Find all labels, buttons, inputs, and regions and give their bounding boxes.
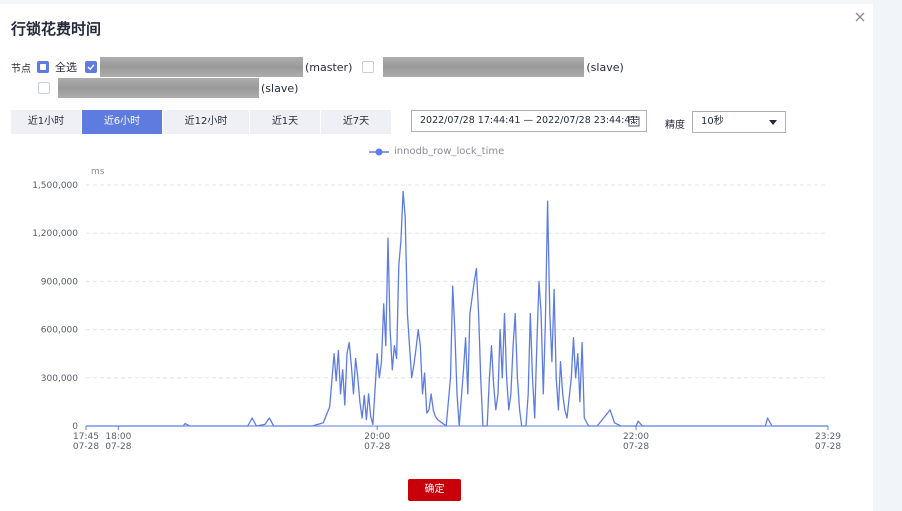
x-tick-label-time: 18:00 [105, 432, 131, 442]
x-tick-label-date: 07-28 [105, 442, 131, 452]
x-tick-label-date: 07-28 [623, 442, 649, 452]
y-tick-label: 1,200,000 [32, 229, 78, 239]
x-tick-label-time: 22:00 [623, 432, 649, 442]
x-tick-label-time: 23:29 [815, 432, 841, 442]
y-tick-label: 1,500,000 [32, 181, 78, 191]
x-tick-label-date: 07-28 [73, 442, 99, 452]
x-tick-label-time: 20:00 [364, 432, 390, 442]
x-tick-label-time: 17:45 [73, 432, 99, 442]
y-tick-label: 300,000 [41, 374, 78, 384]
line-chart: ms 0 300,000 600,000 900,000 1,200,000 1,500,0… [32, 167, 841, 452]
y-tick-label: 0 [72, 422, 78, 432]
y-tick-label: 900,000 [41, 277, 78, 287]
x-tick-label-date: 07-28 [815, 442, 841, 452]
series-line-innodb_row_lock_time [86, 190, 828, 427]
y-axis-unit-label: ms [91, 167, 105, 177]
y-tick-label: 600,000 [41, 326, 78, 336]
page-background-strip [873, 0, 902, 511]
confirm-button[interactable]: 确定 [408, 479, 461, 501]
x-tick-label-date: 07-28 [364, 442, 390, 452]
